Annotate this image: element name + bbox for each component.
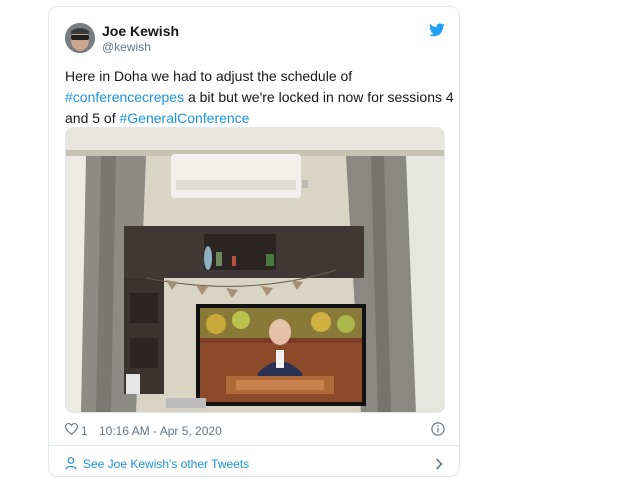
tweet-text-line-1: Here in Doha we had to adjust the schedu… [65, 68, 353, 84]
author-handle[interactable]: @kewish [102, 40, 151, 54]
tweet-text: Here in Doha we had to adjust the schedu… [65, 66, 454, 129]
divider [49, 445, 459, 446]
tweet-text-line-2: #conferencecrepes a bit but we're locked… [65, 87, 454, 108]
tweet-text-line-2-rest: a bit but we're locked in now for sessio… [184, 89, 454, 105]
info-icon[interactable] [431, 422, 445, 436]
person-icon [65, 457, 77, 470]
tweet-text-line-3-start: and 5 of [65, 110, 120, 126]
author-name[interactable]: Joe Kewish [102, 23, 179, 39]
chevron-right-icon[interactable] [435, 458, 443, 470]
photo-scene [66, 128, 444, 412]
tweet-text-line-3: and 5 of #GeneralConference [65, 108, 449, 129]
hashtag-conferencecrepes[interactable]: #conferencecrepes [65, 89, 184, 105]
other-tweets-label[interactable]: See Joe Kewish's other Tweets [83, 457, 249, 471]
like-count: 1 [81, 424, 88, 438]
tweet-photo[interactable] [65, 127, 445, 413]
hashtag-generalconference[interactable]: #GeneralConference [120, 110, 250, 126]
tweet-card: Joe Kewish @kewish Here in Doha we had t… [48, 6, 460, 477]
tweet-meta: 1 10:16 AM - Apr 5, 2020 [65, 420, 445, 440]
timestamp-link[interactable]: 10:16 AM - Apr 5, 2020 [99, 424, 222, 438]
other-tweets-link[interactable]: See Joe Kewish's other Tweets [65, 455, 445, 473]
avatar[interactable] [65, 23, 95, 53]
heart-icon[interactable] [65, 423, 78, 435]
twitter-bird-icon[interactable] [429, 23, 445, 37]
